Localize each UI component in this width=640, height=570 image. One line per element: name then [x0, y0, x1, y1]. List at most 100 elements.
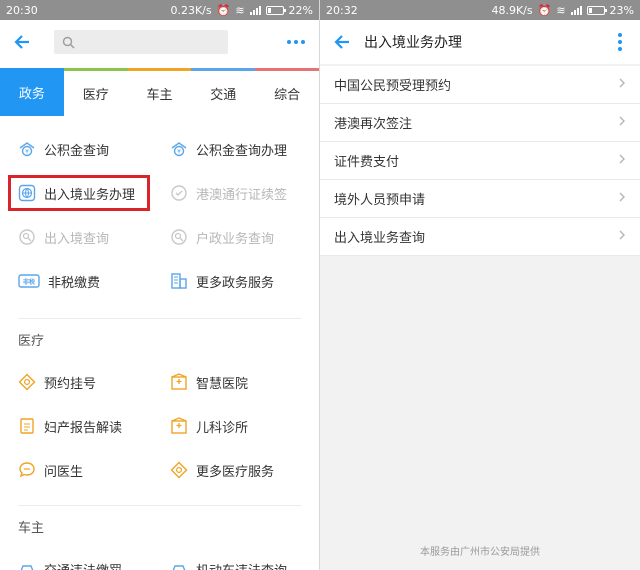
alarm-icon: ⏰: [216, 3, 231, 17]
battery-icon: [265, 5, 286, 15]
wifi-icon: ≋: [556, 3, 566, 17]
service-label: 机动车违法查询: [196, 560, 287, 570]
chat-icon: [18, 461, 36, 479]
wifi-icon: ≋: [235, 3, 245, 17]
fund-icon: ¥: [18, 140, 36, 158]
service-item: 户政业务查询: [170, 221, 274, 253]
service-item[interactable]: 交通违法缴罚: [18, 553, 122, 570]
divider: [18, 318, 301, 319]
alarm-icon: ⏰: [537, 3, 552, 17]
category-tabs: 政务 医疗 车主 交通 综合: [0, 68, 319, 116]
service-item[interactable]: 妇产报告解读: [18, 410, 122, 442]
list-item[interactable]: 证件费支付: [320, 142, 640, 180]
list-item[interactable]: 出入境业务查询: [320, 218, 640, 256]
pass-icon: [170, 184, 188, 202]
service-item: 港澳通行证续签: [170, 177, 287, 209]
app-bar: [0, 20, 319, 64]
list-item-label: 港澳再次签注: [334, 117, 413, 132]
service-item[interactable]: 智慧医院: [170, 366, 248, 398]
chevron-right-icon: [616, 191, 628, 207]
service-label: 妇产报告解读: [44, 420, 123, 436]
service-item[interactable]: 儿科诊所: [170, 410, 248, 442]
tab-4[interactable]: 交通: [191, 68, 256, 116]
network-speed: 0.23K/s: [170, 3, 212, 17]
list-item[interactable]: 境外人员预申请: [320, 180, 640, 218]
service-item[interactable]: 预约挂号: [18, 366, 96, 398]
service-item[interactable]: ¥ 公积金查询办理: [170, 133, 287, 165]
svg-text:¥: ¥: [25, 149, 29, 156]
service-item: 出入境查询: [18, 221, 109, 253]
service-label: 公积金查询: [44, 143, 110, 159]
tax-icon: 非税: [18, 272, 40, 290]
report-icon: [18, 417, 36, 435]
service-item[interactable]: 更多医疗服务: [170, 454, 274, 486]
section-title-car: 车主: [18, 521, 45, 536]
service-list: 中国公民预受理预约 港澳再次签注 证件费支付境外人员预申请 出入境业务查询: [320, 66, 640, 256]
service-label: 儿科诊所: [196, 420, 249, 436]
back-arrow-icon: [334, 35, 349, 49]
list-item-label: 境外人员预申请: [334, 193, 426, 208]
chevron-right-icon: [616, 115, 628, 131]
service-label: 公积金查询办理: [196, 143, 288, 159]
status-bar: 20:32 48.9K/s ⏰ ≋ 23%: [320, 0, 640, 20]
service-item[interactable]: 非税 非税缴费: [18, 265, 100, 297]
back-button[interactable]: [0, 20, 44, 64]
signal-icon: [249, 5, 261, 15]
car-icon: [18, 560, 36, 570]
search-icon: [170, 228, 188, 246]
highlight-box: [8, 175, 150, 211]
status-time: 20:30: [6, 3, 38, 17]
app-bar: 出入境业务办理: [320, 20, 640, 64]
back-button[interactable]: [320, 20, 364, 64]
service-label: 更多政务服务: [196, 275, 275, 291]
battery-percent: 22%: [288, 3, 313, 17]
more-menu-button[interactable]: [618, 33, 622, 51]
list-item[interactable]: 港澳再次签注: [320, 104, 640, 142]
service-label: 出入境查询: [44, 231, 110, 247]
search-icon: [62, 36, 75, 48]
service-label: 户政业务查询: [196, 231, 275, 247]
back-arrow-icon: [14, 35, 29, 49]
signal-icon: [570, 5, 582, 15]
chevron-right-icon: [616, 153, 628, 169]
footer-note: 本服务由广州市公安局提供: [420, 547, 540, 558]
service-label: 预约挂号: [44, 376, 97, 392]
status-time: 20:32: [326, 3, 358, 17]
hospital-icon: [170, 417, 188, 435]
chevron-right-icon: [616, 77, 628, 93]
svg-text:非税: 非税: [23, 278, 35, 286]
battery-icon: [586, 5, 607, 15]
building-icon: [170, 272, 188, 290]
list-item-label: 出入境业务查询: [334, 231, 426, 246]
service-label: 问医生: [44, 464, 84, 480]
service-item[interactable]: 问医生: [18, 454, 83, 486]
service-label: 港澳通行证续签: [196, 187, 288, 203]
search-input[interactable]: [54, 30, 228, 54]
network-speed: 48.9K/s: [491, 3, 533, 17]
tab-1[interactable]: 政务: [0, 68, 64, 116]
page-title: 出入境业务办理: [364, 35, 462, 51]
car-icon: [170, 560, 188, 570]
left-screen: 20:30 0.23K/s ⏰ ≋ 22% 政务 医疗 车主 交通 综合 ¥ 公…: [0, 0, 319, 570]
service-label: 更多医疗服务: [196, 464, 275, 480]
hospital-icon: [170, 373, 188, 391]
service-item[interactable]: 更多政务服务: [170, 265, 274, 297]
section-title-medical: 医疗: [18, 334, 45, 349]
chevron-right-icon: [616, 229, 628, 245]
fund-icon: ¥: [170, 140, 188, 158]
service-item[interactable]: ¥ 公积金查询: [18, 133, 109, 165]
tab-3[interactable]: 车主: [127, 68, 192, 116]
tab-5[interactable]: 综合: [255, 68, 319, 116]
tab-2[interactable]: 医疗: [63, 68, 128, 116]
status-bar: 20:30 0.23K/s ⏰ ≋ 22%: [0, 0, 319, 20]
service-label: 非税缴费: [48, 275, 101, 291]
list-item[interactable]: 中国公民预受理预约: [320, 66, 640, 104]
list-item-label: 中国公民预受理预约: [334, 79, 452, 94]
battery-percent: 23%: [609, 3, 634, 17]
more-menu-button[interactable]: [287, 40, 305, 44]
diamond-icon: [170, 461, 188, 479]
service-label: 智慧医院: [196, 376, 249, 392]
service-label: 交通违法缴罚: [44, 560, 122, 570]
list-item-label: 证件费支付: [334, 155, 400, 170]
service-item[interactable]: 机动车违法查询: [170, 553, 287, 570]
